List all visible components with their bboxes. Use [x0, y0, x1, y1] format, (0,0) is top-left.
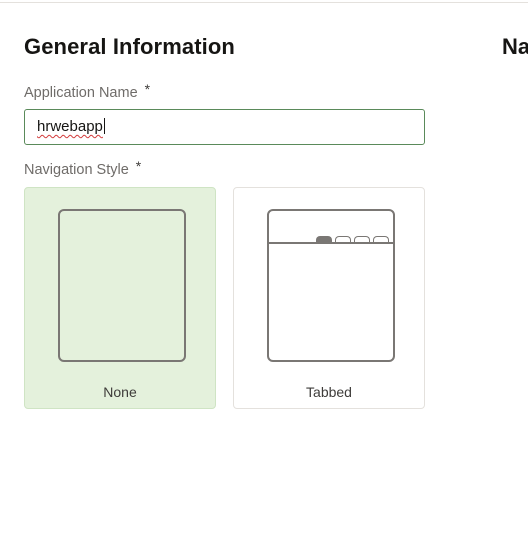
top-divider — [0, 2, 528, 3]
nav-style-option-tabbed[interactable]: Tabbed — [233, 187, 425, 409]
next-section-title: Na — [502, 34, 528, 59]
application-name-label-text: Application Name — [24, 85, 138, 101]
nav-style-option-none[interactable]: None — [24, 187, 216, 409]
blank-layout-icon — [58, 209, 186, 362]
tab-bar-line — [269, 242, 393, 244]
nav-style-option-label: Tabbed — [306, 384, 352, 400]
required-indicator: * — [144, 81, 151, 97]
application-name-label: Application Name * — [24, 81, 151, 101]
text-caret — [103, 118, 105, 134]
navigation-style-label: Navigation Style * — [24, 158, 142, 178]
section-title: General Information — [24, 34, 235, 59]
application-name-value: hrwebapp — [37, 118, 103, 135]
required-indicator: * — [135, 158, 142, 174]
application-name-input[interactable]: hrwebapp — [24, 109, 425, 145]
tabbed-layout-icon — [267, 209, 395, 362]
nav-style-option-label: None — [103, 384, 137, 400]
navigation-style-label-text: Navigation Style — [24, 162, 129, 178]
